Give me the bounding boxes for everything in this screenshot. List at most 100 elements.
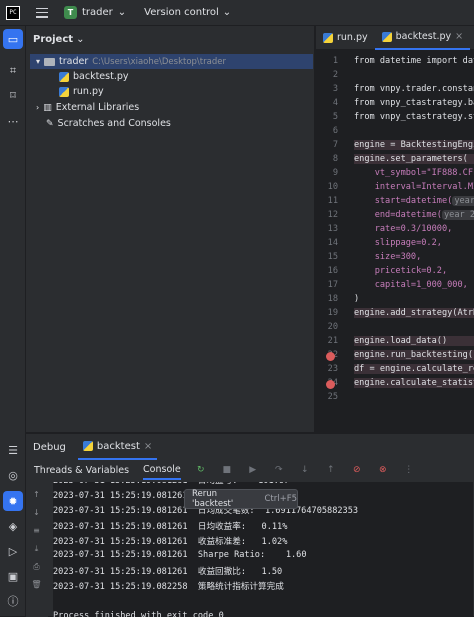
app-logo-icon[interactable]: PC: [6, 5, 20, 20]
code-text: size=300,: [354, 252, 422, 262]
code-line[interactable]: start=datetime(year: [354, 196, 474, 206]
code-text: slippage=0.2,: [354, 238, 442, 248]
debug-bug-icon[interactable]: ✹: [3, 491, 23, 511]
line-number: 3: [332, 84, 338, 94]
code-line[interactable]: from vnpy.trader.constan: [354, 84, 474, 94]
tree-file-backtest[interactable]: backtest.py: [59, 69, 129, 84]
close-icon[interactable]: ×: [455, 31, 463, 42]
code-line[interactable]: from datetime import dat: [354, 56, 474, 66]
debug-title: Debug: [33, 441, 66, 453]
code-line[interactable]: slippage=0.2,: [354, 238, 474, 248]
code-line[interactable]: capital=1_000_000,: [354, 280, 474, 290]
code-text: engine.add_strategy(AtrR: [354, 308, 474, 318]
line-number: 21: [327, 336, 338, 346]
code-line[interactable]: rate=0.3/10000,: [354, 224, 474, 234]
scroll-up-icon[interactable]: ↑: [30, 488, 43, 501]
console-line: Process finished with exit code 0: [53, 610, 224, 617]
clear-all-icon[interactable]: 🗑: [30, 578, 43, 591]
line-number: 10: [327, 182, 338, 192]
python-file-icon: [381, 31, 392, 42]
main-menu-icon[interactable]: [36, 7, 48, 18]
file-name: run.py: [73, 86, 104, 97]
version-control-menu[interactable]: Version control ⌄: [144, 7, 231, 18]
breakpoint-icon[interactable]: [326, 380, 335, 389]
code-editor[interactable]: run.py backtest.py × 1 from datetime impo…: [316, 26, 474, 432]
structure-icon[interactable]: ⌗: [3, 61, 23, 81]
code-text: ): [354, 294, 360, 304]
code-line[interactable]: ): [354, 294, 474, 304]
tab-threads-variables[interactable]: Threads & Variables: [34, 465, 129, 476]
tree-external-libraries[interactable]: › ▥ External Libraries: [36, 100, 139, 115]
code-line[interactable]: size=300,: [354, 252, 474, 262]
python-packages-icon[interactable]: ◎: [3, 465, 23, 485]
code-line[interactable]: engine.set_parameters(: [354, 154, 474, 164]
layers-icon[interactable]: ◈: [3, 516, 23, 536]
code-line[interactable]: engine.load_data(): [354, 336, 474, 346]
chevron-right-icon[interactable]: ›: [36, 103, 39, 112]
console-line: 2023-07-31 15:25:19.081261 Sharpe Ratio:…: [53, 550, 307, 560]
more-tools-icon[interactable]: ⋯: [3, 111, 23, 131]
code-line[interactable]: engine.add_strategy(AtrR: [354, 308, 474, 318]
code-line[interactable]: engine.calculate_statist: [354, 378, 474, 388]
code-line[interactable]: df = engine.calculate_re: [354, 364, 474, 374]
code-line[interactable]: end=datetime(year 20: [354, 210, 474, 220]
chevron-down-icon[interactable]: ▾: [36, 57, 40, 66]
breakpoint-icon[interactable]: [326, 352, 335, 361]
root-folder-name: trader: [59, 56, 89, 67]
project-panel-title: Project: [33, 33, 74, 45]
code-line[interactable]: pricetick=0.2,: [354, 266, 474, 276]
step-over-icon[interactable]: ↷: [273, 464, 285, 476]
debug-session-tab[interactable]: backtest ×: [77, 434, 158, 460]
code-line[interactable]: interval=Interval.MI: [354, 182, 474, 192]
code-line[interactable]: vt_symbol="IF888.CFF: [354, 168, 474, 178]
line-number: 12: [327, 210, 338, 220]
code-line[interactable]: from vnpy_ctastrategy.ba: [354, 98, 474, 108]
problems-icon[interactable]: ⓘ: [3, 591, 23, 611]
step-into-icon[interactable]: ↓: [299, 464, 311, 476]
code-text: from vnpy.trader.constan: [354, 84, 474, 94]
code-line[interactable]: from vnpy_ctastrategy.st: [354, 112, 474, 122]
stop-icon[interactable]: ■: [221, 464, 233, 476]
bookmarks-icon[interactable]: ⌑: [3, 85, 23, 105]
tab-backtest-py[interactable]: backtest.py ×: [374, 26, 471, 50]
code-text: capital=1_000_000,: [354, 280, 468, 290]
line-number: 11: [327, 196, 338, 206]
tree-file-run[interactable]: run.py: [59, 84, 104, 99]
project-panel: Project ⌄ ▾ trader C:\Users\xiaohe\Deskt…: [26, 26, 315, 432]
step-out-icon[interactable]: ↑: [325, 464, 337, 476]
line-number: 19: [327, 308, 338, 318]
line-number: 18: [327, 294, 338, 304]
print-icon[interactable]: ⎙: [30, 560, 43, 573]
left-tool-strip: ▭ ⌗ ⌑ ⋯ ☰ ◎ ✹ ◈ ▷ ▣ ⓘ: [0, 26, 26, 616]
run-icon[interactable]: ▷: [3, 541, 23, 561]
rerun-tooltip: Rerun 'backtest' Ctrl+F5: [184, 489, 298, 509]
more-options-icon[interactable]: ⋮: [403, 464, 415, 476]
code-text: from datetime import dat: [354, 56, 474, 66]
view-breakpoints-icon[interactable]: ⊘: [351, 464, 363, 476]
tab-console[interactable]: Console: [143, 460, 181, 480]
mute-breakpoints-icon[interactable]: ⊗: [377, 464, 389, 476]
scroll-down-icon[interactable]: ↓: [30, 506, 43, 519]
debug-header: Debug backtest ×: [26, 434, 474, 460]
debug-subtoolbar: Threads & Variables Console ↻ ■ ▶ ↷ ↓ ↑ …: [26, 460, 474, 480]
scroll-to-end-icon[interactable]: ⤓: [30, 542, 43, 555]
rerun-icon[interactable]: ↻: [195, 464, 207, 476]
resume-icon[interactable]: ▶: [247, 464, 259, 476]
line-number: 17: [327, 280, 338, 290]
terminal-icon[interactable]: ▣: [3, 566, 23, 586]
tree-root-folder[interactable]: ▾ trader C:\Users\xiaohe\Desktop\trader: [30, 54, 313, 69]
services-list-icon[interactable]: ☰: [3, 440, 23, 460]
chevron-down-icon[interactable]: ⌄: [76, 34, 84, 45]
project-switcher[interactable]: T trader ⌄: [64, 6, 126, 19]
tab-label: run.py: [337, 32, 368, 43]
close-icon[interactable]: ×: [144, 441, 152, 452]
code-text: interval=Interval.MI: [354, 182, 474, 192]
code-line[interactable]: engine = BacktestingEngi: [354, 140, 474, 150]
chevron-down-icon: ⌄: [222, 7, 232, 18]
soft-wrap-icon[interactable]: ≡: [30, 524, 43, 537]
project-folder-icon[interactable]: ▭: [3, 29, 23, 49]
code-line[interactable]: engine.run_backtesting(): [354, 350, 474, 360]
tab-run-py[interactable]: run.py: [316, 26, 375, 50]
tree-scratches[interactable]: ✎ Scratches and Consoles: [46, 116, 171, 131]
code-text: pricetick=0.2,: [354, 266, 448, 276]
